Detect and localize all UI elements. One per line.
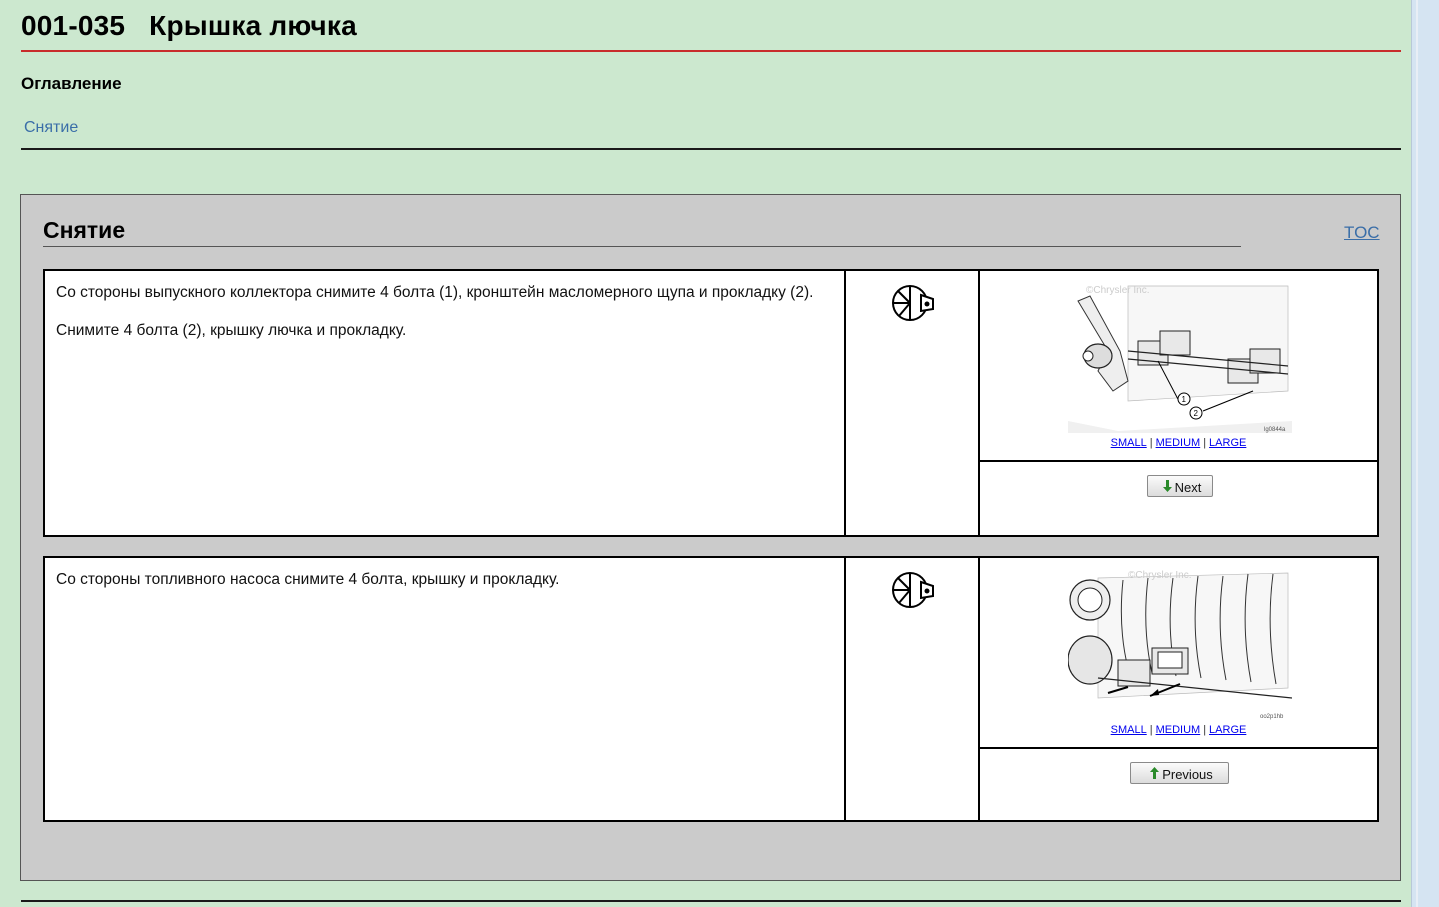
step-instruction: Со стороны топливного насоса снимите 4 б… [56,571,560,588]
image-watermark: ©Chrysler Inc. [1086,285,1150,296]
section-title-rule [43,246,1241,247]
wrench-tool-icon [892,285,934,321]
toc-divider [21,148,1401,150]
step-row: Со стороны выпускного коллектора снимите… [43,269,1379,537]
step-button-cell: Next [980,462,1377,535]
step-text-cell: Со стороны топливного насоса снимите 4 б… [45,558,846,820]
image-size-links: SMALL | MEDIUM | LARGE [1110,437,1247,449]
title-rule [21,50,1401,52]
previous-button[interactable]: Previous [1130,762,1229,784]
arrow-down-icon [1162,479,1172,492]
step-row: Со стороны топливного насоса снимите 4 б… [43,556,1379,822]
step-instruction: Снимите 4 болта (2), крышку лючка и прок… [56,322,407,339]
page: 001-035 Крышка лючка Оглавление Снятие Сн… [0,0,1439,907]
section-title: Снятие [43,217,126,243]
step-text-cell: Со стороны выпускного коллектора снимите… [45,271,846,535]
window-scrollbar-edge[interactable] [1411,0,1439,907]
image-code: lg0844a [1264,427,1286,433]
step-icon-cell [846,558,980,820]
image-size-small[interactable]: SMALL [1111,724,1147,736]
next-button[interactable]: Next [1147,475,1213,497]
next-button-label: Next [1174,479,1202,495]
image-size-medium[interactable]: MEDIUM [1156,437,1201,449]
image-code: oo2p1hb [1260,714,1284,720]
image-size-medium[interactable]: MEDIUM [1156,724,1201,736]
page-title: 001-035 Крышка лючка [21,10,357,42]
exhaust-manifold-illustration[interactable]: 1 2 ©Chrysler Inc. lg0844a [1068,281,1292,433]
back-to-toc-link[interactable]: TOC [1344,223,1380,243]
image-size-links: SMALL | MEDIUM | LARGE [1110,724,1247,736]
step-icon-cell [846,271,980,535]
fuel-pump-side-illustration[interactable]: ©Chrysler Inc. oo2p1hb [1068,568,1292,720]
step-image-cell: ©Chrysler Inc. oo2p1hb SMALL | MEDIUM | LARG… [980,558,1377,749]
toc-heading: Оглавление [21,74,122,93]
callout-2: 2 [1194,409,1199,418]
previous-button-label: Previous [1162,766,1213,782]
step-image-cell: 1 2 ©Chrysler Inc. lg0844a SMALL | MEDIUM |… [980,271,1377,462]
image-size-large[interactable]: LARGE [1209,724,1246,736]
step-button-cell: Previous [980,749,1377,822]
page-bottom-rule [21,900,1401,902]
image-watermark: ©Chrysler Inc. [1128,570,1192,581]
doc-code: 001-035 [21,10,126,41]
image-size-large[interactable]: LARGE [1209,437,1246,449]
wrench-tool-icon [892,572,934,608]
section-removal: Снятие TOC Со стороны выпускного коллект… [20,194,1401,881]
arrow-up-icon [1150,766,1160,779]
callout-1: 1 [1182,395,1187,404]
image-size-small[interactable]: SMALL [1111,437,1147,449]
toc-link-removal[interactable]: Снятие [24,119,78,137]
step-instruction: Со стороны выпускного коллектора снимите… [56,284,814,301]
doc-title-text: Крышка лючка [149,10,357,41]
